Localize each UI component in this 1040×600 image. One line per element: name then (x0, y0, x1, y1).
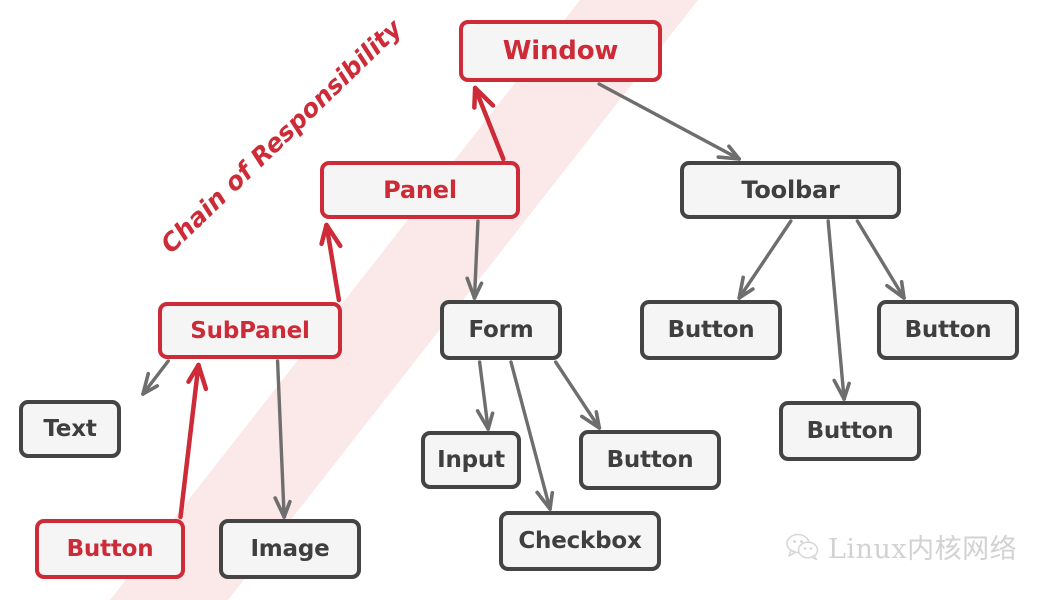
node-label: Checkbox (518, 528, 642, 554)
node-form[interactable]: Form (440, 300, 562, 360)
node-label: Form (468, 317, 534, 343)
arrow-head (548, 490, 555, 511)
node-label: Text (43, 416, 97, 442)
node-tb-btn-1[interactable]: Button (640, 300, 782, 360)
node-label: Image (250, 536, 330, 562)
node-label: Button (667, 317, 755, 343)
node-label: Input (437, 447, 505, 473)
node-label: SubPanel (190, 317, 310, 344)
watermark-text: Linux内核网络 (828, 534, 1018, 565)
edge-toolbar-to-tb-btn-1 (737, 219, 793, 300)
node-toolbar[interactable]: Toolbar (680, 161, 901, 219)
diagram-canvas: Chain of Responsibility Window Panel Toolb… (0, 0, 1040, 600)
arrow-head (899, 279, 906, 300)
node-input[interactable]: Input (421, 431, 521, 489)
arrow-head (472, 85, 478, 110)
node-label: Panel (383, 176, 457, 204)
node-label: Window (502, 36, 619, 66)
node-text[interactable]: Text (19, 400, 121, 458)
node-label: Button (904, 317, 992, 343)
node-form-btn[interactable]: Button (579, 430, 721, 490)
node-window[interactable]: Window (459, 20, 662, 82)
edge-window-to-toolbar (597, 82, 741, 161)
node-label: Button (806, 418, 894, 444)
edge-toolbar-to-tb-btn-2 (855, 219, 906, 300)
node-label: Button (606, 447, 694, 473)
node-label: Button (66, 536, 154, 562)
node-tb-btn-3[interactable]: Button (779, 401, 921, 461)
node-checkbox[interactable]: Checkbox (499, 511, 661, 571)
edge-toolbar-to-tb-btn-3 (826, 219, 846, 401)
node-subpanel[interactable]: SubPanel (158, 302, 342, 359)
node-btn-red[interactable]: Button (35, 519, 185, 579)
arrow-head (196, 362, 209, 392)
node-tb-btn-2[interactable]: Button (877, 300, 1019, 360)
arrow-head (486, 411, 495, 431)
arrow-head (319, 222, 329, 247)
arrow-head (842, 381, 851, 401)
wechat-icon (786, 533, 819, 560)
watermark: Linux内核网络 (786, 527, 1017, 566)
edge-form-to-form-btn (553, 360, 602, 430)
node-panel[interactable]: Panel (320, 161, 520, 219)
node-label: Toolbar (741, 176, 840, 204)
node-image[interactable]: Image (219, 519, 361, 579)
